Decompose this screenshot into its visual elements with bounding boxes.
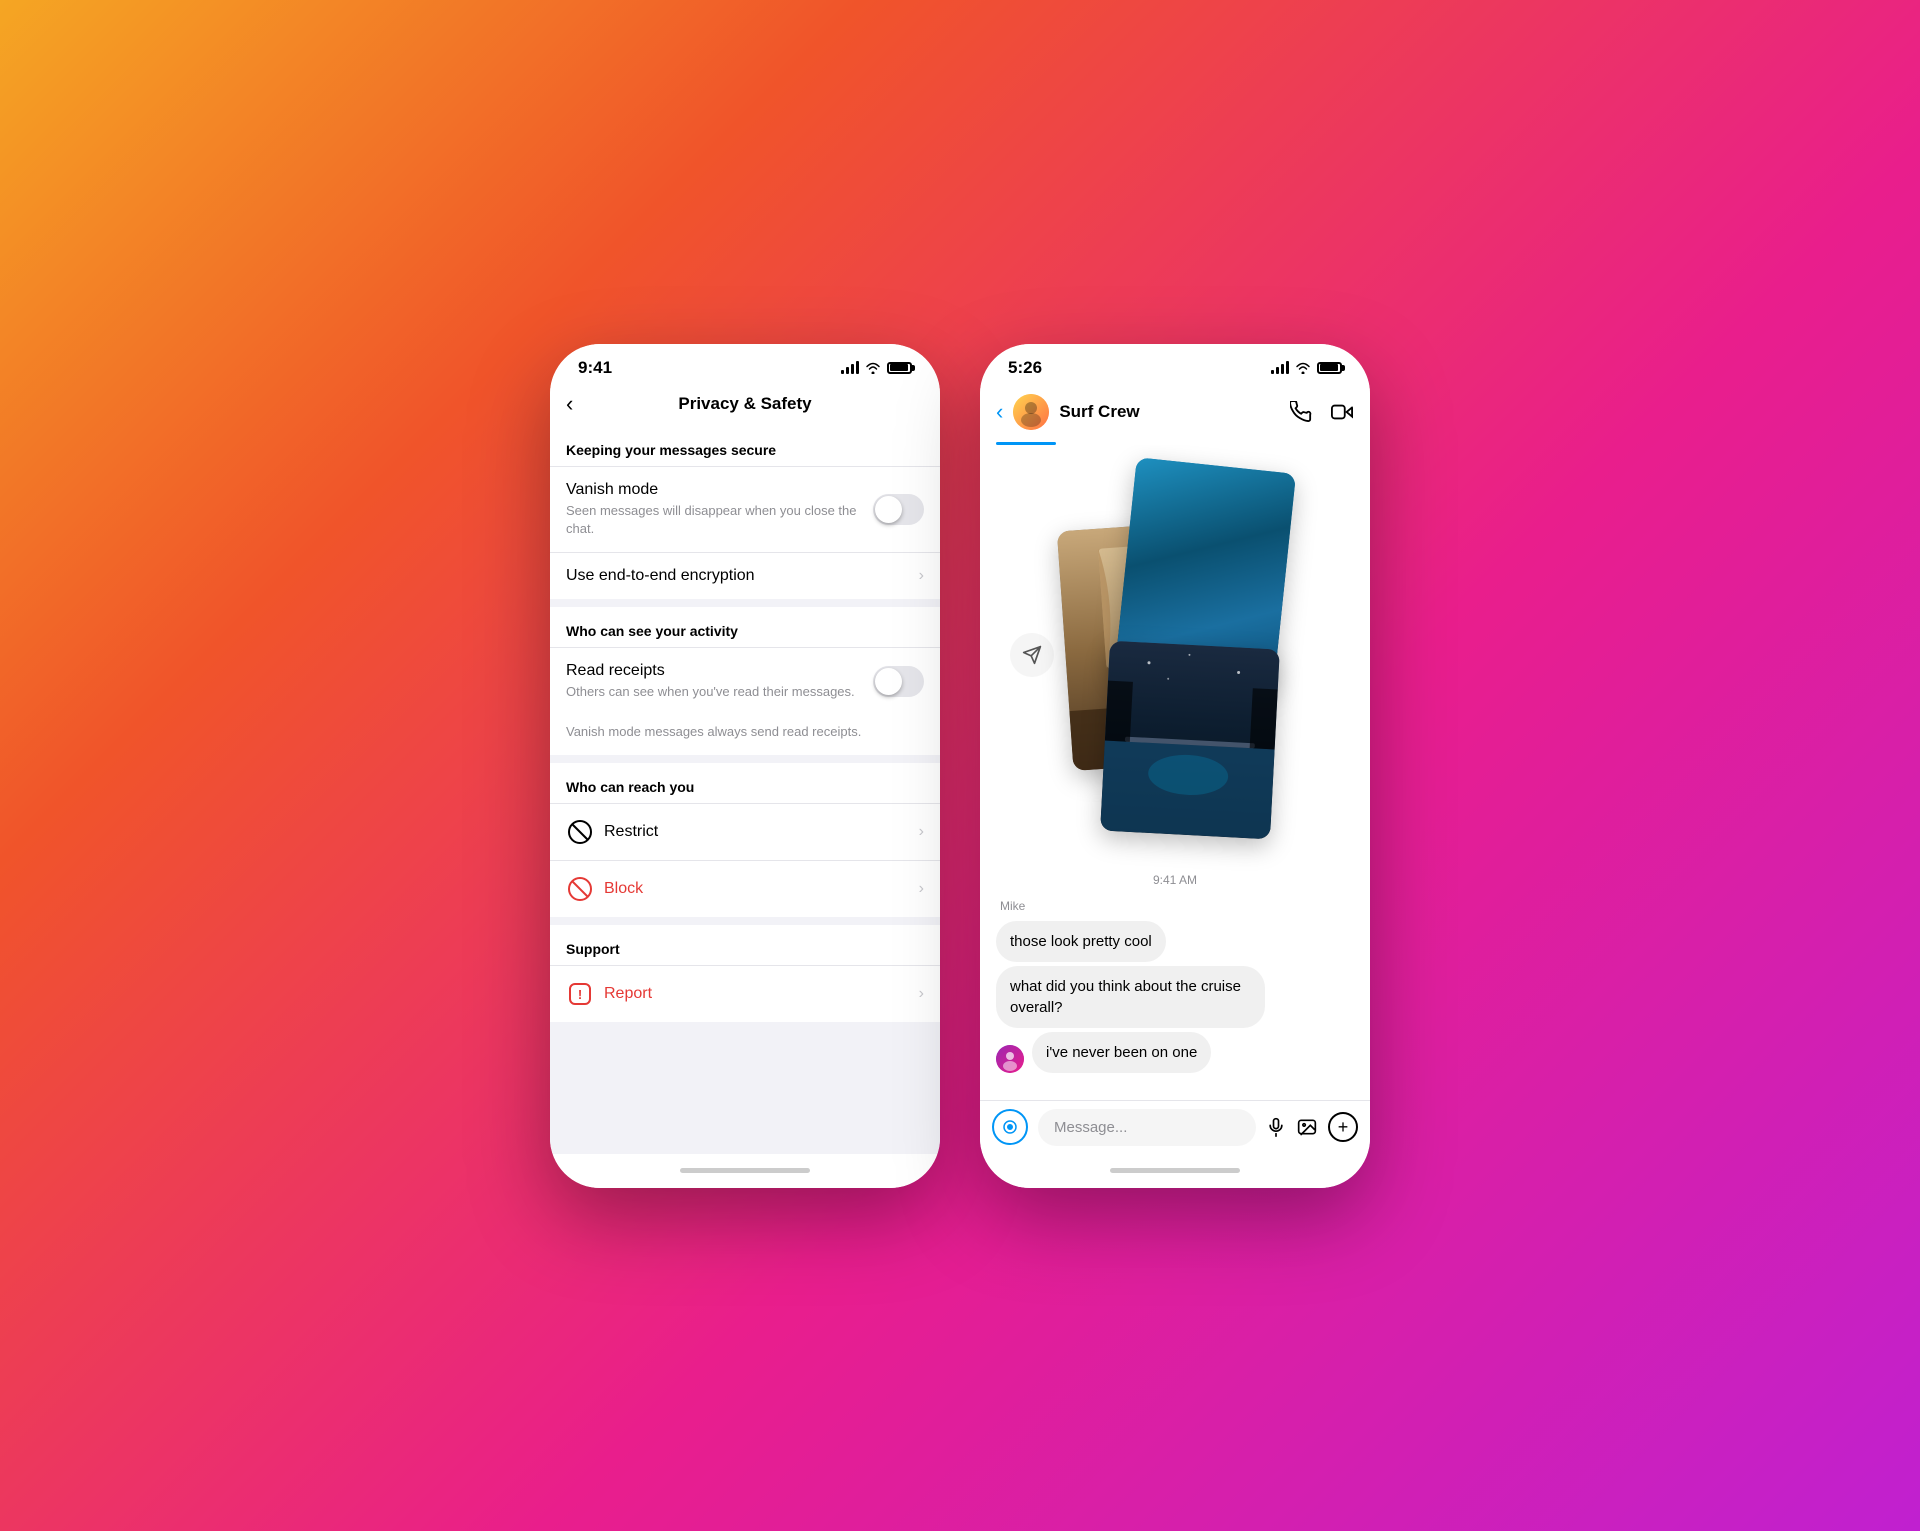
- photo-card-3: [1100, 640, 1280, 839]
- vanish-mode-toggle[interactable]: [873, 494, 924, 525]
- section-header-secure: Keeping your messages secure: [550, 426, 940, 466]
- status-time-1: 9:41: [578, 358, 612, 378]
- call-button[interactable]: [1290, 401, 1312, 423]
- page-title: Privacy & Safety: [678, 394, 811, 414]
- report-content: Report: [604, 985, 911, 1003]
- restrict-chevron: ›: [919, 823, 924, 841]
- chat-messages: Mike those look pretty cool what did you…: [980, 899, 1370, 1089]
- restrict-content: Restrict: [604, 823, 911, 841]
- block-icon-wrap: [566, 875, 594, 903]
- row-report[interactable]: ! Report ›: [550, 965, 940, 1022]
- block-chevron: ›: [919, 880, 924, 898]
- phone-chat: 5:26 ‹: [980, 344, 1370, 1188]
- add-button[interactable]: +: [1328, 1112, 1358, 1142]
- row-read-receipts[interactable]: Read receipts Others can see when you've…: [550, 647, 940, 715]
- section-reach: Who can reach you Restrict ›: [550, 763, 940, 917]
- chat-avatar-image: [1013, 394, 1049, 430]
- chat-input-bar: Message... +: [980, 1100, 1370, 1154]
- block-title: Block: [604, 880, 911, 898]
- message-sender-label: Mike: [1000, 899, 1354, 913]
- battery-icon: [887, 362, 912, 374]
- chat-nav: ‹ Surf Crew: [980, 386, 1370, 442]
- status-icons-1: [841, 362, 912, 374]
- vanish-mode-subtitle: Seen messages will disappear when you cl…: [566, 502, 873, 538]
- chat-back-button[interactable]: ‹: [996, 399, 1003, 425]
- chat-avatar: [1013, 394, 1049, 430]
- signal-icon: [841, 362, 859, 374]
- report-chevron: ›: [919, 985, 924, 1003]
- status-time-2: 5:26: [1008, 358, 1042, 378]
- section-header-support: Support: [550, 925, 940, 965]
- message-input[interactable]: Message...: [1038, 1109, 1256, 1146]
- wifi-icon: [865, 362, 881, 374]
- video-button[interactable]: [1330, 401, 1354, 423]
- read-receipts-toggle[interactable]: [873, 666, 924, 697]
- read-receipts-subtitle: Others can see when you've read their me…: [566, 683, 873, 701]
- encryption-title: Use end-to-end encryption: [566, 567, 911, 585]
- restrict-title: Restrict: [604, 823, 911, 841]
- status-bar-1: 9:41: [550, 344, 940, 386]
- encryption-content: Use end-to-end encryption: [566, 567, 911, 585]
- report-icon-wrap: !: [566, 980, 594, 1008]
- home-bar-2: [980, 1154, 1370, 1188]
- vanish-mode-content: Vanish mode Seen messages will disappear…: [566, 481, 873, 538]
- section-header-activity: Who can see your activity: [550, 607, 940, 647]
- section-activity: Who can see your activity Read receipts …: [550, 607, 940, 755]
- home-indicator-2: [1110, 1168, 1240, 1173]
- camera-button[interactable]: [992, 1109, 1028, 1145]
- signal-icon-2: [1271, 362, 1289, 374]
- status-bar-2: 5:26: [980, 344, 1370, 386]
- mic-button[interactable]: [1266, 1117, 1286, 1137]
- nav-bar-privacy: ‹ Privacy & Safety: [550, 386, 940, 426]
- read-receipts-content: Read receipts Others can see when you've…: [566, 662, 873, 701]
- message-with-avatar: i've never been on one: [996, 1032, 1354, 1073]
- chat-body: 9:41 AM Mike those look pretty cool what…: [980, 445, 1370, 1100]
- wifi-icon-2: [1295, 362, 1311, 374]
- chevron-icon: ›: [919, 567, 924, 585]
- media-button[interactable]: [1296, 1117, 1318, 1137]
- battery-icon-2: [1317, 362, 1342, 374]
- phone-privacy-safety: 9:41 ‹ Privacy & Safety: [550, 344, 940, 1188]
- row-block[interactable]: Block ›: [550, 860, 940, 917]
- message-item: what did you think about the cruise over…: [996, 966, 1265, 1028]
- back-button[interactable]: ‹: [566, 391, 573, 417]
- settings-content: Keeping your messages secure Vanish mode…: [550, 426, 940, 1154]
- photo-stack: [1065, 465, 1285, 845]
- row-restrict[interactable]: Restrict ›: [550, 803, 940, 860]
- row-encryption[interactable]: Use end-to-end encryption ›: [550, 552, 940, 599]
- chat-group-name: Surf Crew: [1059, 402, 1280, 422]
- status-icons-2: [1271, 362, 1342, 374]
- row-vanish-mode[interactable]: Vanish mode Seen messages will disappear…: [550, 466, 940, 552]
- message-item: i've never been on one: [1032, 1032, 1211, 1073]
- forward-button[interactable]: [1010, 633, 1054, 677]
- section-secure: Keeping your messages secure Vanish mode…: [550, 426, 940, 599]
- read-receipts-note: Vanish mode messages always send read re…: [550, 715, 940, 755]
- chat-actions: [1290, 401, 1354, 423]
- chat-timestamp: 9:41 AM: [980, 865, 1370, 899]
- home-indicator-1: [680, 1168, 810, 1173]
- section-support: Support ! Report ›: [550, 925, 940, 1022]
- restrict-icon-wrap: [566, 818, 594, 846]
- message-item: those look pretty cool: [996, 921, 1166, 962]
- vanish-mode-title: Vanish mode: [566, 481, 873, 499]
- read-receipts-title: Read receipts: [566, 662, 873, 680]
- chat-images-area: [980, 445, 1370, 865]
- svg-text:!: !: [578, 987, 582, 1002]
- block-content: Block: [604, 880, 911, 898]
- home-bar-1: [550, 1154, 940, 1188]
- message-user-avatar: [996, 1045, 1024, 1073]
- section-header-reach: Who can reach you: [550, 763, 940, 803]
- report-title: Report: [604, 985, 911, 1003]
